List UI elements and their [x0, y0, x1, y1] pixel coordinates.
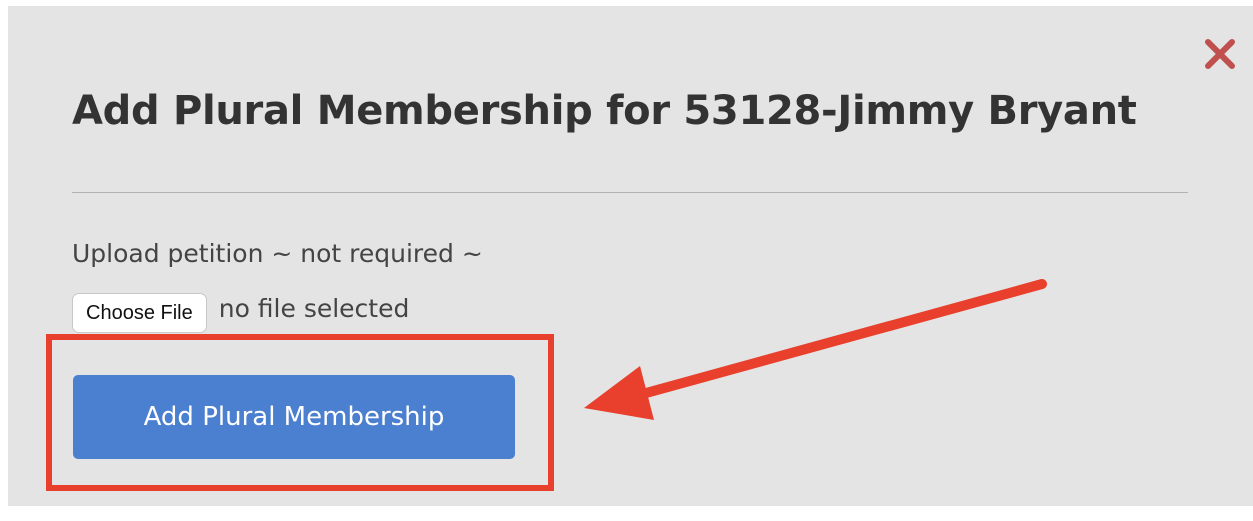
file-status-text: no file selected: [218, 293, 410, 323]
file-input: Choose File no file selected: [72, 293, 409, 333]
choose-file-button[interactable]: Choose File: [72, 293, 207, 333]
close-button[interactable]: [1200, 34, 1240, 74]
dialog-title: Add Plural Membership for 53128-Jimmy Br…: [72, 88, 1137, 134]
upload-petition-label: Upload petition ~ not required ~: [72, 239, 483, 268]
close-icon: [1205, 39, 1235, 69]
add-plural-membership-dialog: Add Plural Membership for 53128-Jimmy Br…: [8, 6, 1253, 506]
title-divider: [72, 192, 1188, 193]
add-plural-membership-button[interactable]: Add Plural Membership: [73, 375, 515, 459]
page: Add Plural Membership for 53128-Jimmy Br…: [0, 0, 1253, 521]
